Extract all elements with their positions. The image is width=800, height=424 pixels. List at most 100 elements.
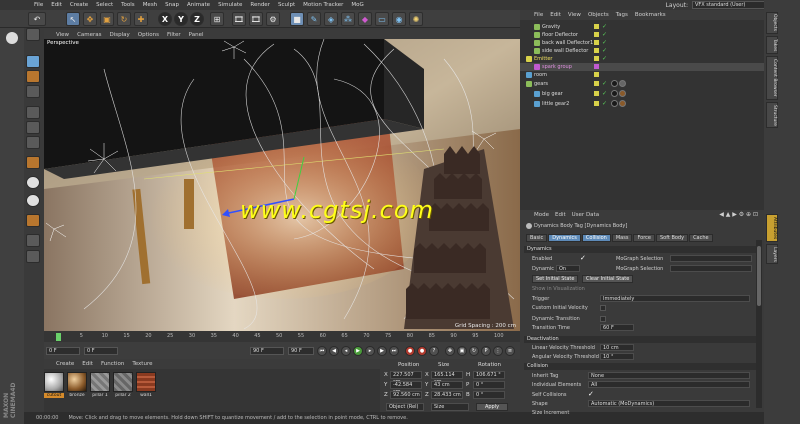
material-item[interactable]: wall1	[136, 372, 156, 402]
play-icon[interactable]: ▶	[353, 346, 363, 356]
attributes-menu-edit[interactable]: Edit	[555, 212, 566, 218]
material-tag-icon[interactable]	[619, 90, 626, 97]
visibility-dots-icon[interactable]	[594, 32, 599, 37]
axis-z-button[interactable]: Z	[190, 12, 204, 26]
side-tab-attributes[interactable]: Attributes	[766, 214, 778, 242]
object-row[interactable]: big gear ✓	[520, 90, 764, 98]
quantize-icon[interactable]	[26, 250, 40, 263]
material-item[interactable]: cutout	[44, 372, 64, 402]
scrollbar-thumb[interactable]	[757, 246, 761, 306]
scale-icon[interactable]: ▣	[100, 12, 114, 26]
rotation-p-field[interactable]: 0 °	[473, 381, 505, 389]
objects-menu-tags[interactable]: Tags	[616, 12, 628, 18]
parameter-key-icon[interactable]: P	[481, 346, 491, 356]
subdivision-icon[interactable]: ◈	[324, 12, 338, 26]
viewport-menu-cameras[interactable]: Cameras	[77, 32, 101, 38]
locked-workplane-icon[interactable]	[26, 194, 40, 207]
attributes-menu-user-data[interactable]: User Data	[572, 212, 599, 218]
object-row[interactable]: gears ✓	[520, 80, 764, 88]
viewport-menu-panel[interactable]: Panel	[189, 32, 204, 38]
side-tab-objects[interactable]: Objects	[766, 12, 778, 34]
object-row[interactable]: Emitter ✓	[520, 55, 764, 63]
size-y-field[interactable]: 43 cm	[431, 381, 463, 389]
inherit-tag-select[interactable]: None	[588, 372, 750, 379]
material-menu-create[interactable]: Create	[56, 361, 74, 367]
tab-collision[interactable]: Collision	[581, 234, 611, 242]
preview-end-field[interactable]: 90 F	[288, 347, 314, 355]
side-tab-takes[interactable]: Takes	[766, 36, 778, 54]
render-picture-viewer-icon[interactable]: 🎞	[249, 12, 263, 26]
start-frame-field[interactable]: 0 F	[84, 347, 118, 355]
menu-motion-tracker[interactable]: Motion Tracker	[303, 2, 343, 8]
planar-workplane-icon[interactable]	[26, 234, 40, 247]
go-to-start-icon[interactable]: ⏮	[317, 346, 327, 356]
position-key-icon[interactable]: ✥	[445, 346, 455, 356]
material-item[interactable]: bronze	[67, 372, 87, 402]
material-menu-edit[interactable]: Edit	[82, 361, 93, 367]
apply-button[interactable]: Apply	[476, 403, 508, 411]
viewport-menu-view[interactable]: View	[56, 32, 69, 38]
tab-mass[interactable]: Mass	[611, 234, 633, 242]
enabled-check-icon[interactable]: ✓	[602, 39, 607, 47]
enabled-check-icon[interactable]: ✓	[602, 47, 607, 55]
light-icon[interactable]: ✺	[409, 12, 423, 26]
material-tag-icon[interactable]	[619, 80, 626, 87]
menu-create[interactable]: Create	[70, 2, 88, 8]
timeline-ruler[interactable]: 0510152025303540455055606570758085909510…	[44, 331, 520, 342]
side-tab-structure[interactable]: Structure	[766, 102, 778, 128]
dynamics-tag-icon[interactable]	[611, 100, 618, 107]
transition-time-field[interactable]: 60 F	[600, 324, 634, 331]
custom-initial-velocity-checkbox[interactable]	[600, 305, 606, 311]
self-collisions-checkbox[interactable]: ✓	[588, 390, 594, 398]
mograph-selection-field-2[interactable]	[670, 265, 752, 272]
tab-cache[interactable]: Cache	[689, 234, 713, 242]
move-icon[interactable]: ✥	[83, 12, 97, 26]
dynamics-tag-icon[interactable]	[611, 80, 618, 87]
size-mode-select[interactable]: Size	[431, 403, 469, 411]
viewport-menu-filter[interactable]: Filter	[167, 32, 181, 38]
visibility-dots-icon[interactable]	[594, 101, 599, 106]
record-active-icon[interactable]: ●	[405, 346, 415, 356]
end-frame-field[interactable]: 90 F	[250, 347, 284, 355]
next-frame-icon[interactable]: ▸	[365, 346, 375, 356]
menu-file[interactable]: File	[34, 2, 43, 8]
attributes-menu-mode[interactable]: Mode	[534, 212, 549, 218]
menu-sculpt[interactable]: Sculpt	[278, 2, 295, 8]
menu-render[interactable]: Render	[250, 2, 270, 8]
individual-elements-select[interactable]: All	[588, 381, 750, 388]
deformer-icon[interactable]: ◆	[358, 12, 372, 26]
angular-velocity-threshold-field[interactable]: 10 °	[600, 353, 634, 360]
axis-mode-icon[interactable]	[26, 156, 40, 169]
model-mode-icon[interactable]	[26, 55, 40, 68]
rotate-icon[interactable]: ↻	[117, 12, 131, 26]
render-view-icon[interactable]: 🎞	[232, 12, 246, 26]
add-object-icon[interactable]: ✚	[134, 12, 148, 26]
size-x-field[interactable]: 165.114 cm	[431, 371, 463, 385]
objects-menu-bookmarks[interactable]: Bookmarks	[635, 12, 666, 18]
visibility-dots-icon[interactable]	[594, 72, 599, 77]
enabled-check-icon[interactable]: ✓	[602, 100, 607, 108]
menu-animate[interactable]: Animate	[187, 2, 210, 8]
soft-selection-icon[interactable]	[26, 214, 40, 227]
camera-icon[interactable]: ◉	[392, 12, 406, 26]
material-menu-texture[interactable]: Texture	[132, 361, 152, 367]
position-z-field[interactable]: 92.560 cm	[390, 391, 422, 399]
coordinate-system-icon[interactable]: ⊞	[210, 12, 224, 26]
enabled-check-icon[interactable]: ✓	[602, 31, 607, 39]
tab-basic[interactable]: Basic	[526, 234, 548, 242]
cloner-icon[interactable]: ⁂	[341, 12, 355, 26]
object-row[interactable]: side wall Deflector ✓	[520, 47, 764, 55]
axis-x-button[interactable]: X	[158, 12, 172, 26]
axis-y-button[interactable]: Y	[174, 12, 188, 26]
menu-mograph[interactable]: MoG	[351, 2, 363, 8]
next-key-icon[interactable]: ▶	[377, 346, 387, 356]
attributes-scrollbar[interactable]	[756, 240, 762, 408]
enabled-check-icon[interactable]: ✓	[602, 90, 607, 98]
object-row[interactable]: spark group	[520, 63, 764, 71]
previous-key-icon[interactable]: ◀	[329, 346, 339, 356]
tab-dynamics[interactable]: Dynamics	[548, 234, 581, 242]
position-y-field[interactable]: -42.584 cm	[390, 381, 422, 395]
keyframe-selection-icon[interactable]: ?	[429, 346, 439, 356]
enabled-check-icon[interactable]: ✓	[602, 55, 607, 63]
menu-mesh[interactable]: Mesh	[143, 2, 157, 8]
